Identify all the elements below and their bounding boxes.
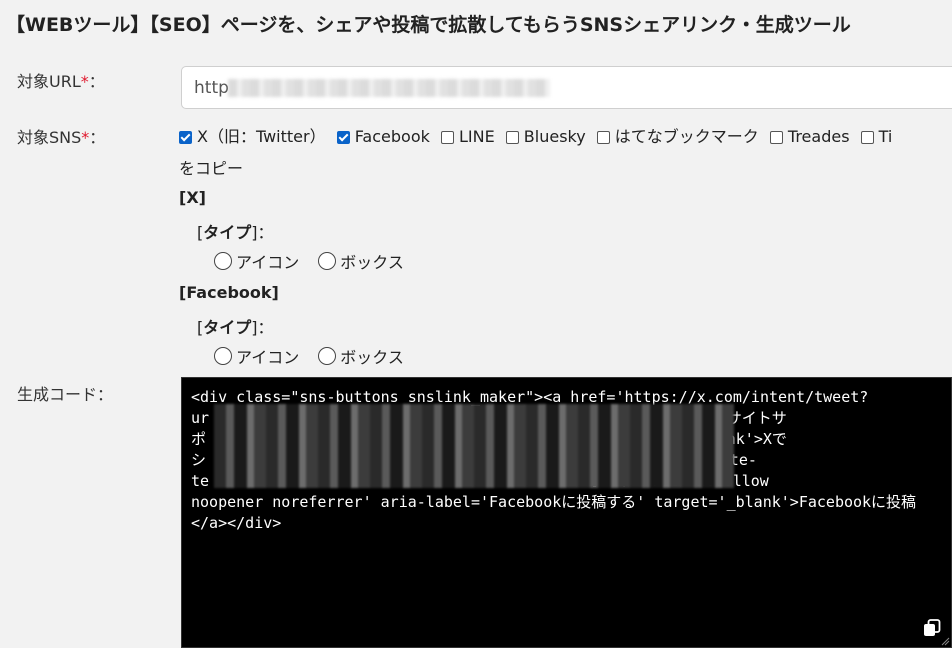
radio-x-icon-option[interactable]: アイコン (214, 252, 299, 272)
checkbox-x[interactable] (179, 131, 192, 144)
url-input-value: http (194, 78, 229, 98)
radio-facebook-box-option[interactable]: ボックス (318, 347, 404, 367)
code-line: </a></div> (191, 514, 282, 532)
checkbox-hatena[interactable] (596, 131, 610, 144)
sns-option-line[interactable]: LINE (440, 127, 495, 146)
url-label: 対象URL*： (17, 72, 105, 91)
sns-option-ti[interactable]: Ti (860, 127, 892, 146)
radio-group-facebook: アイコン ボックス (214, 344, 404, 368)
radio-button[interactable] (214, 252, 232, 270)
sns-option-facebook[interactable]: Facebook (336, 127, 430, 146)
section-heading-x: [X] (179, 188, 206, 207)
type-label-facebook: [タイプ]： (197, 318, 274, 337)
sns-label: 対象SNS*： (17, 128, 106, 147)
section-heading-facebook: [Facebook] (179, 283, 279, 302)
sns-option-hatena[interactable]: はてなブックマーク (596, 127, 759, 146)
code-line: noopener noreferrer' aria-label='Faceboo… (191, 493, 917, 511)
checkbox-facebook[interactable] (336, 131, 350, 144)
resize-grip-icon[interactable] (941, 637, 950, 646)
code-label: 生成コード： (17, 385, 114, 404)
radio-button[interactable] (318, 252, 337, 270)
sns-option-treades[interactable]: Treades (769, 127, 850, 146)
page-title: 【WEBツール】【SEO】ページを、シェアや投稿で拡散してもらうSNSシェアリン… (6, 14, 851, 36)
radio-button[interactable] (214, 347, 232, 365)
radio-facebook-icon-option[interactable]: アイコン (214, 347, 299, 367)
radio-button[interactable] (318, 347, 337, 365)
required-mark: * (80, 72, 89, 91)
code-redacted-area (214, 404, 734, 488)
radio-group-x: アイコン ボックス (214, 249, 404, 273)
type-label-x: [タイプ]： (197, 223, 274, 242)
radio-x-box-option[interactable]: ボックス (318, 252, 404, 272)
sns-options: X（旧：Twitter） Facebook LINE Bluesky はてなブッ… (179, 123, 952, 147)
checkbox-ti[interactable] (860, 131, 874, 144)
url-redacted-area (228, 79, 550, 97)
copy-icon[interactable] (923, 619, 941, 637)
checkbox-line[interactable] (440, 131, 454, 144)
checkbox-treades[interactable] (769, 131, 783, 144)
sns-option-x[interactable]: X（旧：Twitter） (179, 127, 326, 146)
sns-option-bluesky[interactable]: Bluesky (505, 127, 586, 146)
sns-option-wrap-text: をコピー (179, 159, 244, 178)
checkbox-bluesky[interactable] (505, 131, 519, 144)
